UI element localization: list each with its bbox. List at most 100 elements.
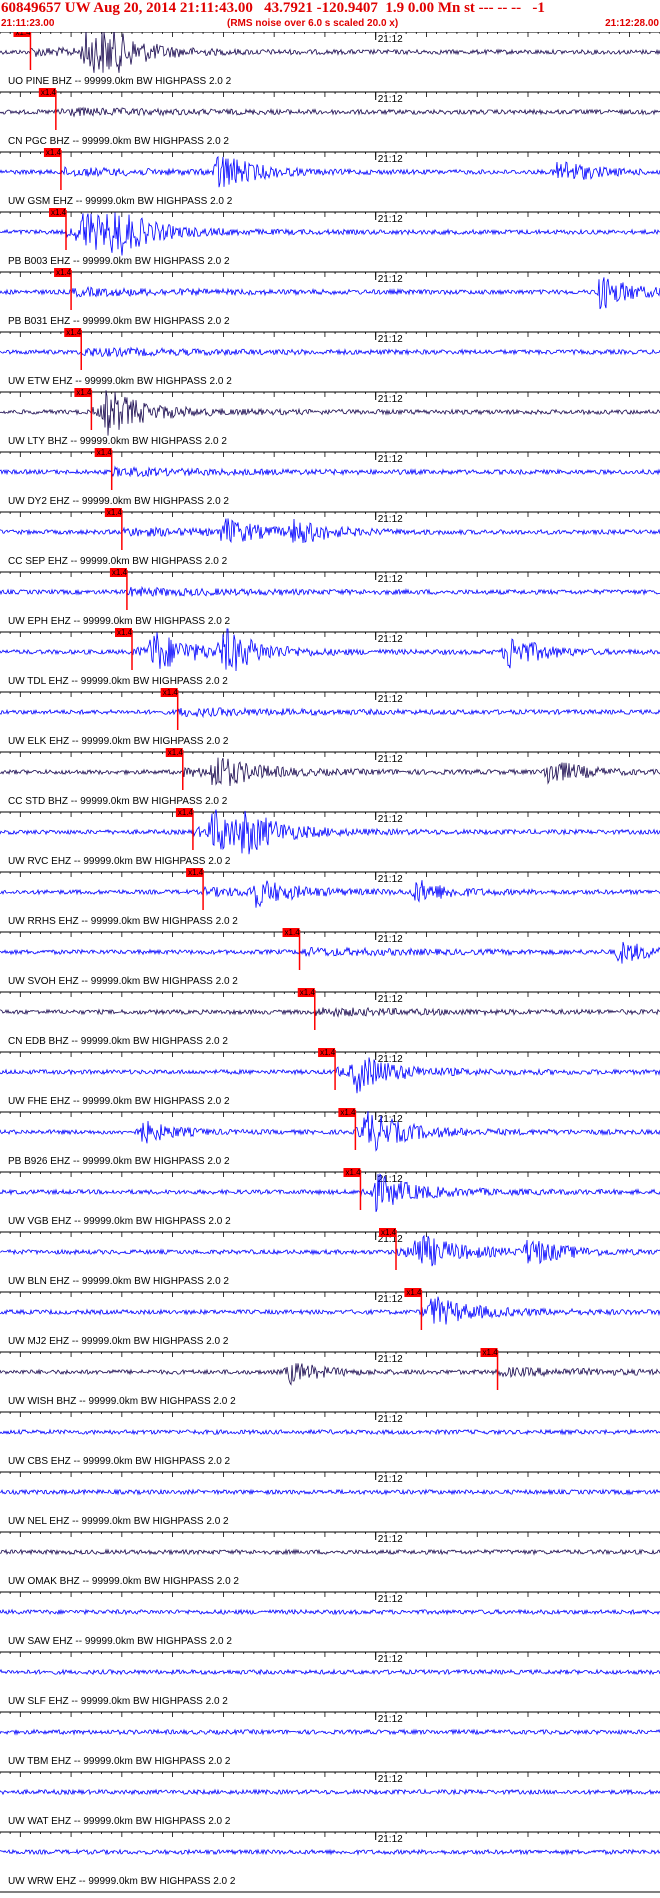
trace-row: 21:12 x1.4 UW ETW EHZ -- 99999.0km BW HIGH… xyxy=(0,328,660,387)
pick-label: x1.4 xyxy=(46,148,62,157)
trace-label: UW OMAK BHZ -- 99999.0km BW HIGHPASS 2.0… xyxy=(8,1576,239,1587)
minute-tick-label: 21:12 xyxy=(378,1294,403,1305)
trace-row: 21:12 x1.4 CC STD BHZ -- 99999.0km BW HIGH… xyxy=(0,748,660,807)
waveform xyxy=(0,1728,660,1736)
trace-label: CN EDB BHZ -- 99999.0km BW HIGHPASS 2.0 … xyxy=(8,1036,228,1047)
trace-label: UW ELK EHZ -- 99999.0km BW HIGHPASS 2.0 … xyxy=(8,736,229,747)
trace-row: 21:12x1.4PB B926 EHZ -- 99999.0km BW HIG… xyxy=(0,1108,660,1167)
pick-label: x1.4 xyxy=(112,568,128,577)
trace-label: UW SAW EHZ -- 99999.0km BW HIGHPASS 2.0 … xyxy=(8,1636,232,1647)
waveform xyxy=(0,1006,660,1018)
waveform xyxy=(0,1234,660,1267)
minute-tick-label: 21:12 xyxy=(378,1714,403,1725)
minute-tick-label: 21:12 xyxy=(378,1654,403,1665)
pick-label: x1.4 xyxy=(285,928,301,937)
trace-label: UW TBM EHZ -- 99999.0km BW HIGHPASS 2.0 … xyxy=(8,1756,231,1767)
minute-tick-label: 21:12 xyxy=(378,754,403,765)
waveform xyxy=(0,757,660,787)
waveform xyxy=(0,277,660,310)
trace-row: 21:12 x1.4 UW WISH BHZ -- 99999.0km BW HIG… xyxy=(0,1348,660,1407)
header-title: 60849657 UW Aug 20, 2014 21:11:43.00 43.… xyxy=(1,0,545,16)
pick-label: x1.4 xyxy=(168,748,184,757)
minute-tick-label: 21:12 xyxy=(378,214,403,225)
pick-label: x1.4 xyxy=(117,628,133,637)
pick-label: x1.4 xyxy=(340,1108,356,1117)
minute-tick-label: 21:12 xyxy=(378,574,403,585)
minute-tick-label: 21:12 xyxy=(378,1414,403,1425)
trace-label: UW BLN EHZ -- 99999.0km BW HIGHPASS 2.0 … xyxy=(8,1276,229,1287)
trace-row: 21:12 x1.4 CC SEP EHZ -- 99999.0km BW HIGH… xyxy=(0,508,660,567)
end-time-label: 21:12:28.00 xyxy=(605,18,659,29)
pick-label: x1.4 xyxy=(300,988,316,997)
minute-tick-label: 21:12 xyxy=(378,1354,403,1365)
trace-row: 21:12 x1.4 PB B003 EHZ -- 99999.0km BW HIG… xyxy=(0,208,660,267)
pick-label: x1.4 xyxy=(51,208,67,217)
trace-label: UW MJ2 EHZ -- 99999.0km BW HIGHPASS 2.0 … xyxy=(8,1336,229,1347)
minute-tick-label: 21:12 xyxy=(378,394,403,405)
waveform xyxy=(0,706,660,719)
trace-label: UW ETW EHZ -- 99999.0km BW HIGHPASS 2.0 … xyxy=(8,376,232,387)
pick-label: x1.4 xyxy=(483,1348,499,1357)
trace-row: 21:12 UW TBM EHZ -- 99999.0km BW HIGHPASS… xyxy=(0,1711,660,1767)
trace-row: 21:12 UW CBS EHZ -- 99999.0km BW HIGHPASS… xyxy=(0,1411,660,1467)
waveform xyxy=(0,941,660,964)
trace-label: UW RVC EHZ -- 99999.0km BW HIGHPASS 2.0 … xyxy=(8,856,231,867)
trace-label: UW SVOH EHZ -- 99999.0km BW HIGHPASS 2.0… xyxy=(8,976,238,987)
waveform xyxy=(0,212,660,256)
waveform xyxy=(0,1608,660,1616)
trace-row: 21:12 UW WRW EHZ -- 99999.0km BW HIGHPASS… xyxy=(0,1831,660,1887)
minute-tick-label: 21:12 xyxy=(378,634,403,645)
pick-label: x1.4 xyxy=(41,88,57,97)
waveform xyxy=(0,1548,660,1556)
trace-label: PB B003 EHZ -- 99999.0km BW HIGHPASS 2.0… xyxy=(8,256,230,267)
waveform xyxy=(0,346,660,358)
trace-label: UW FHE EHZ -- 99999.0km BW HIGHPASS 2.0 … xyxy=(8,1096,230,1107)
trace-row: 21:12 x1.4 CN PGC BHZ -- 99999.0km BW HIGH… xyxy=(0,88,660,147)
waveform xyxy=(0,1428,660,1436)
start-time-label: 21:11:23.00 xyxy=(1,18,55,29)
trace-label: UW TDL EHZ -- 99999.0km BW HIGHPASS 2.0 … xyxy=(8,676,228,687)
waveform xyxy=(0,518,660,544)
trace-label: UW GSM EHZ -- 99999.0km BW HIGHPASS 2.0 … xyxy=(8,196,233,207)
pick-label: x1.4 xyxy=(66,328,82,337)
pick-label: x1.4 xyxy=(406,1288,422,1297)
minute-tick-label: 21:12 xyxy=(378,514,403,525)
trace-label: UO PINE BHZ -- 99999.0km BW HIGHPASS 2.0… xyxy=(8,76,232,87)
waveform xyxy=(0,106,660,118)
seismogram-plot: 21:12x1.4UO PINE BHZ -- 99999.0km BW HIG… xyxy=(0,32,660,1893)
trace-row: 21:12 x1.4 UW DY2 EHZ -- 99999.0km BW HIGH… xyxy=(0,448,660,507)
trace-label: CC SEP EHZ -- 99999.0km BW HIGHPASS 2.0 … xyxy=(8,556,228,567)
trace-label: PB B926 EHZ -- 99999.0km BW HIGHPASS 2.0… xyxy=(8,1156,230,1167)
trace-label: CC STD BHZ -- 99999.0km BW HIGHPASS 2.0 … xyxy=(8,796,228,807)
trace-row: 21:12 UW WAT EHZ -- 99999.0km BW HIGHPASS… xyxy=(0,1771,660,1827)
waveform xyxy=(0,1488,660,1496)
trace-label: UW WISH BHZ -- 99999.0km BW HIGHPASS 2.0… xyxy=(8,1396,236,1407)
waveform xyxy=(0,1668,660,1676)
minute-tick-label: 21:12 xyxy=(378,154,403,165)
trace-row: 21:12 UW SLF EHZ -- 99999.0km BW HIGHPASS… xyxy=(0,1651,660,1707)
trace-row: 21:12 UW OMAK BHZ -- 99999.0km BW HIGHPAS… xyxy=(0,1531,660,1587)
trace-row: 21:12 x1.4 UW ELK EHZ -- 99999.0km BW HIGH… xyxy=(0,688,660,747)
waveform xyxy=(0,1173,660,1212)
trace-label: UW CBS EHZ -- 99999.0km BW HIGHPASS 2.0 … xyxy=(8,1456,231,1467)
trace-label: UW LTY BHZ -- 99999.0km BW HIGHPASS 2.0 … xyxy=(8,436,227,447)
trace-label: UW VGB EHZ -- 99999.0km BW HIGHPASS 2.0 … xyxy=(8,1216,231,1227)
trace-row: 21:12 x1.4 PB B031 EHZ -- 99999.0km BW HIG… xyxy=(0,268,660,327)
waveform xyxy=(0,809,660,855)
minute-tick-label: 21:12 xyxy=(378,94,403,105)
minute-tick-label: 21:12 xyxy=(378,934,403,945)
trace-label: UW EPH EHZ -- 99999.0km BW HIGHPASS 2.0 … xyxy=(8,616,231,627)
pick-label: x1.4 xyxy=(97,448,113,457)
trace-row: 21:12 x1.4 UW RRHS EHZ -- 99999.0km BW HIG… xyxy=(0,868,660,927)
waveform xyxy=(0,880,660,908)
trace-row: 21:12 x1.4 UW SVOH EHZ -- 99999.0km BW HIG… xyxy=(0,928,660,987)
pick-label: x1.4 xyxy=(163,688,179,697)
waveform xyxy=(0,32,660,73)
trace-label: CN PGC BHZ -- 99999.0km BW HIGHPASS 2.0 … xyxy=(8,136,229,147)
trace-row: 21:12 UW SAW EHZ -- 99999.0km BW HIGHPASS… xyxy=(0,1591,660,1647)
trace-row: 21:12 x1.4 UW RVC EHZ -- 99999.0km BW HIGH… xyxy=(0,808,660,867)
trace-row: 21:12 x1.4 UO PINE BHZ -- 99999.0km BW HIG… xyxy=(0,32,660,87)
pick-label: x1.4 xyxy=(56,268,72,277)
waveform xyxy=(0,1363,660,1386)
trace-label: UW NEL EHZ -- 99999.0km BW HIGHPASS 2.0 … xyxy=(8,1516,229,1527)
